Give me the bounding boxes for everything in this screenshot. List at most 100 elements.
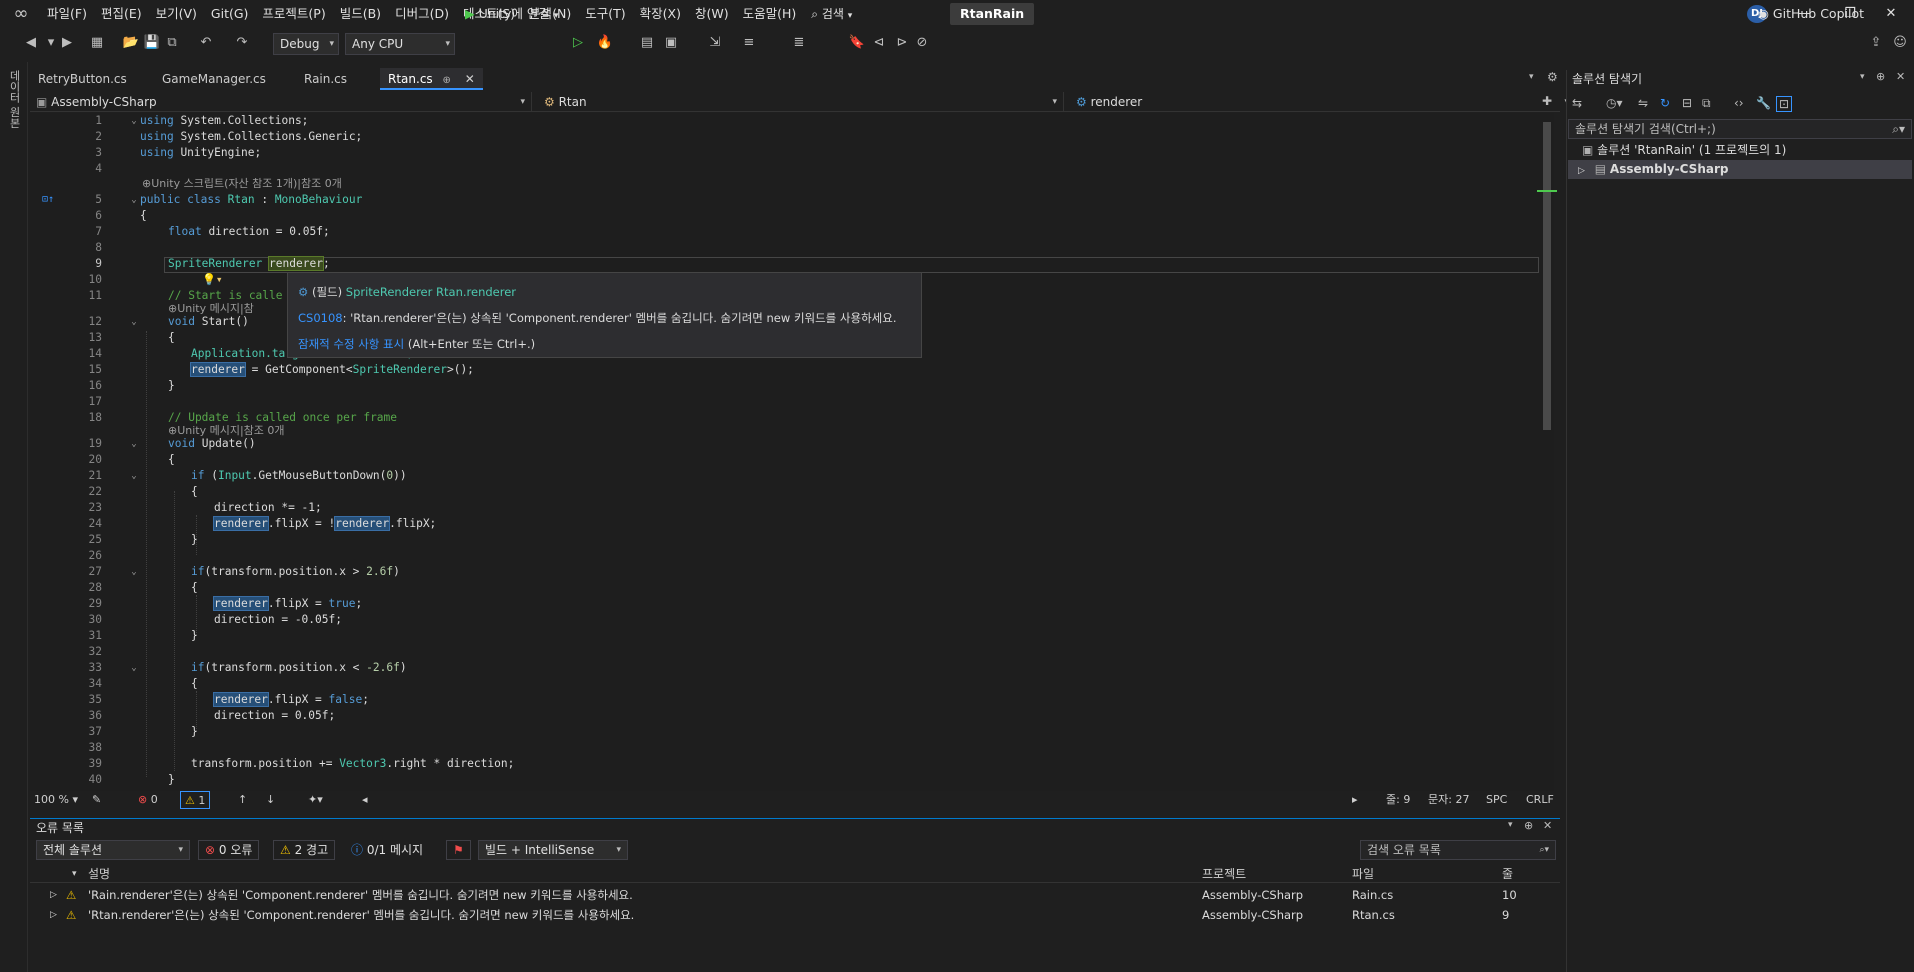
comment-icon[interactable]: ≡ [740,34,758,52]
menu-git[interactable]: Git(G) [204,0,256,28]
whitespace-indicator[interactable]: SPC [1486,791,1507,809]
forward-icon[interactable]: ▶ [58,34,76,52]
warning-count[interactable]: ⚠ 1 [180,791,211,809]
hot-reload-icon[interactable]: 🔥 [596,34,614,52]
warnings-filter-button[interactable]: ⚠ 2 경고 [273,840,336,860]
code-line[interactable]: 25} [30,532,1545,548]
menu-search[interactable]: ⌕ 검색 ▾ [803,0,860,28]
fold-icon[interactable]: ⌄ [128,314,140,330]
pin-icon[interactable]: ⊕ [1876,70,1885,83]
menu-debug[interactable]: 디버그(D) [388,0,456,28]
show-all-files-icon[interactable]: ⧉ [1702,96,1711,111]
code-line[interactable]: 31} [30,628,1545,644]
refresh-icon[interactable]: ↻ [1660,96,1670,110]
feedback-icon[interactable]: ☺ [1891,34,1909,52]
close-icon[interactable]: ✕ [1896,70,1905,83]
chevron-down-icon[interactable]: ▾ [1508,820,1513,830]
lightbulb-icon[interactable]: 💡▾ [202,272,223,288]
project-dropdown[interactable]: ▣ Assembly-CSharp ▾ [30,92,532,112]
expand-arrow-icon[interactable]: ▷ [1578,166,1585,176]
open-folder-icon[interactable]: 📂 [122,34,140,52]
menu-build[interactable]: 빌드(B) [333,0,388,28]
code-line[interactable]: 38 [30,740,1545,756]
search-icon[interactable]: ⌕▾ [1892,120,1905,138]
uncomment-icon[interactable]: ≣ [790,34,808,52]
fold-icon[interactable]: ⌄ [128,660,140,676]
properties-icon[interactable]: 🔧 [1756,96,1771,110]
code-editor[interactable]: 1 ⌄ using System.Collections; 2 using Syste… [30,113,1545,793]
prev-bookmark-icon[interactable]: ⊲ [870,34,888,52]
previous-issue-icon[interactable]: ↑ [238,791,247,809]
next-bookmark-icon[interactable]: ⊳ [893,34,911,52]
tooltip-member[interactable]: Rtan.renderer [436,285,516,299]
code-line[interactable]: 8 [30,240,1545,256]
configuration-dropdown[interactable]: Debug ▾ [273,33,339,55]
github-copilot-button[interactable]: ◉ GitHub Copilot [1758,3,1864,25]
menu-tools[interactable]: 도구(T) [578,0,632,28]
scroll-right-icon[interactable]: ▸ [1352,791,1358,809]
code-line[interactable]: 15 renderer = GetComponent<SpriteRenderer… [30,362,1545,378]
menu-extensions[interactable]: 확장(X) [633,0,688,28]
collapse-all-icon[interactable]: ⊟ [1682,96,1692,110]
split-icon[interactable]: ✚ [1542,94,1552,108]
menu-window[interactable]: 창(W) [688,0,736,28]
tab-list-chevron-icon[interactable]: ▾ [1529,72,1534,82]
code-line[interactable]: 7 float direction = 0.05f; [30,224,1545,240]
code-cleanup-icon[interactable]: ✦▾ [308,791,323,809]
save-all-icon[interactable]: ⧉ [163,34,181,52]
code-line[interactable]: 29 renderer.flipX = true; [30,596,1545,612]
source-dropdown[interactable]: 빌드 + IntelliSense ▾ [478,840,628,860]
code-line-current[interactable]: 9 SpriteRenderer renderer; [30,256,1545,272]
pin-icon[interactable]: ⊕ [1524,819,1533,832]
solution-search-input[interactable]: 솔루션 탐색기 검색(Ctrl+;) ⌕▾ [1568,119,1912,139]
code-line[interactable]: 34{ [30,676,1545,692]
scroll-left-icon[interactable]: ◂ [362,791,368,809]
tree-item-project[interactable]: ▷ ▤ Assembly-CSharp [1568,160,1912,179]
clear-bookmarks-icon[interactable]: ⊘ [913,34,931,52]
code-line[interactable]: 24 renderer.flipX = !renderer.flipX; [30,516,1545,532]
visual-studio-logo-icon[interactable]: ∞ [8,4,34,24]
errors-filter-button[interactable]: ⊗ 0 오류 [198,840,260,860]
line-indicator[interactable]: 줄: 9 [1386,791,1410,809]
unity-class-marker-icon[interactable]: ⊡↑ [42,192,54,208]
code-line[interactable]: 30 direction = -0.05f; [30,612,1545,628]
char-indicator[interactable]: 문자: 27 [1428,791,1469,809]
save-icon[interactable]: 💾 [143,34,161,52]
history-icon[interactable]: ◷▾ [1606,96,1623,110]
messages-filter-button[interactable]: ⓘ 0/1 메시지 [344,840,431,860]
tree-item-solution[interactable]: ▣ 솔루션 'RtanRain' (1 프로젝트의 1) [1568,141,1912,160]
code-line[interactable]: 35 renderer.flipX = false; [30,692,1545,708]
warning-code-link[interactable]: CS0108 [298,311,343,325]
code-line[interactable]: 21 ⌄ if (Input.GetMouseButtonDown(0)) [30,468,1545,484]
redo-icon[interactable]: ↷ [233,34,251,52]
start-without-debugging-icon[interactable]: ▷ [569,34,587,52]
code-line[interactable]: 22{ [30,484,1545,500]
code-line[interactable]: 3 using UnityEngine; [30,145,1545,161]
sort-icon[interactable]: ▾ [72,865,77,883]
step-icon[interactable]: ⇲ [706,34,724,52]
fold-icon[interactable]: ⌄ [128,468,140,484]
member-dropdown[interactable]: ⚙ renderer ▾ [1070,92,1576,112]
code-line[interactable]: 36 direction = 0.05f; [30,708,1545,724]
close-icon[interactable]: ✕ [465,72,475,86]
tab-gamemanager[interactable]: GameManager.cs [154,68,274,90]
show-fixes-link[interactable]: 잠재적 수정 사항 표시 [298,337,404,351]
layout-icon[interactable]: ▣ [662,34,680,52]
code-line[interactable]: 20{ [30,452,1545,468]
tab-rtan[interactable]: Rtan.cs ⊕ ✕ [380,68,483,90]
chevron-down-icon[interactable]: ▾ [1860,72,1865,82]
fold-icon[interactable]: ⌄ [128,436,140,452]
column-project[interactable]: 프로젝트 [1202,865,1246,883]
search-icon[interactable]: ⌕▾ [1539,841,1549,859]
solution-name-badge[interactable]: RtanRain [950,3,1035,25]
filter-icon[interactable]: ⚑ [446,840,471,860]
menu-edit[interactable]: 편집(E) [94,0,149,28]
zoom-dropdown[interactable]: 100 % ▾ [34,791,78,809]
undo-icon[interactable]: ↶ [197,34,215,52]
switch-view-icon[interactable]: ⇆ [1572,96,1582,110]
code-line[interactable]: 28{ [30,580,1545,596]
code-view-icon[interactable]: ‹› [1734,96,1744,110]
bookmark-icon[interactable]: 🔖 [848,34,866,52]
code-line[interactable]: 37} [30,724,1545,740]
menu-file[interactable]: 파일(F) [40,0,94,28]
